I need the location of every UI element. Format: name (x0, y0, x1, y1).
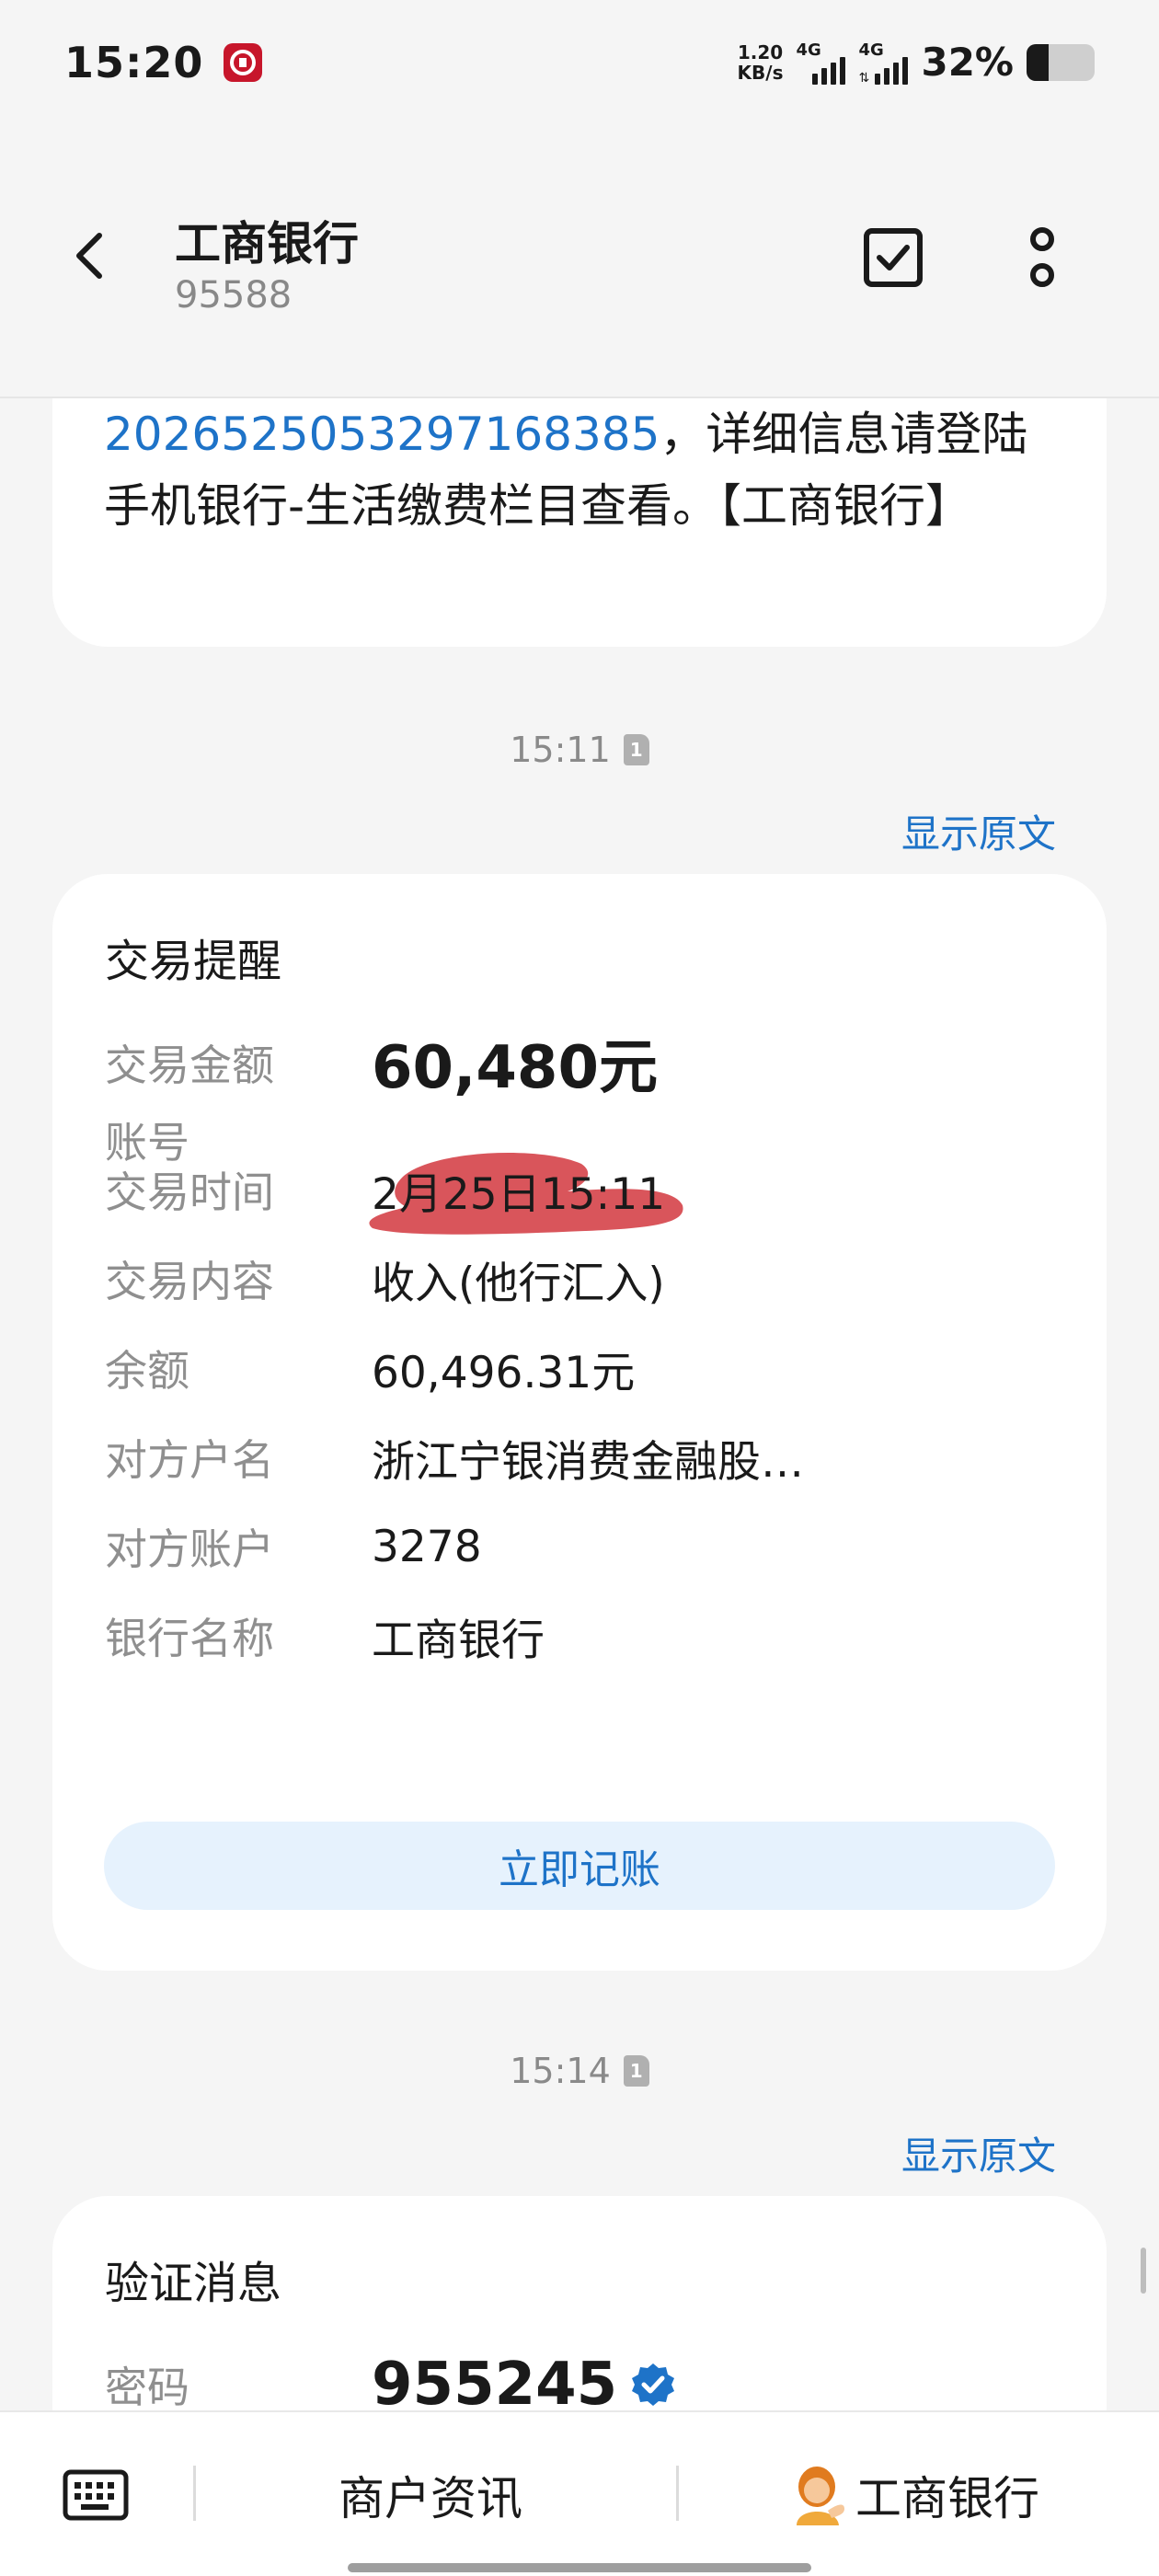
amount-value: 60,480元 (372, 1034, 658, 1102)
show-original-button[interactable]: 显示原文 (901, 2125, 1056, 2181)
bank-menu-label: 工商银行 (855, 2472, 1039, 2525)
field-label: 银行名称 (105, 1614, 274, 1663)
field-label: 对方账户 (105, 1524, 274, 1574)
sim-card-icon: 1 (623, 2055, 649, 2087)
field-label: 余额 (105, 1346, 189, 1396)
verified-badge-icon (632, 2363, 675, 2406)
signal-2-type: 4G (858, 40, 884, 60)
more-options-icon[interactable] (1021, 227, 1063, 288)
field-label: 交易金额 (105, 1041, 274, 1090)
bottom-menu-bar: 商户资讯 工商银行 (0, 2410, 1159, 2576)
message-link[interactable]: 2026525053297168385 (104, 408, 660, 461)
network-speed: 1.20 KB/s (738, 42, 784, 83)
card-title: 验证消息 (105, 2258, 282, 2309)
keyboard-icon[interactable] (63, 2469, 129, 2521)
verification-card[interactable]: 验证消息 密码 955245 (52, 2196, 1107, 2410)
field-row: 密码 955245 (105, 2351, 676, 2410)
field-label: 交易时间 (105, 1167, 274, 1217)
icbc-notification-icon (224, 42, 263, 82)
field-value: 收入(他行汇入) (372, 1258, 665, 1309)
field-row: 对方账户 3278 (105, 1514, 482, 1579)
signal-1-type: 4G (796, 40, 821, 60)
message-timestamp: 15:14 1 (0, 2051, 1159, 2091)
field-value: 2月25日15:11 (372, 1168, 666, 1220)
home-indicator[interactable] (348, 2563, 811, 2572)
message-list[interactable]: 2026525053297168385，详细信息请登陆手机银行-生活缴费栏目查看… (0, 398, 1159, 2410)
timestamp-text: 15:11 (510, 730, 611, 770)
field-label: 密码 (105, 2363, 189, 2410)
field-value: 浙江宁银消费金融股… (372, 1436, 804, 1488)
data-arrows-icon: ⇅ (858, 70, 870, 86)
battery-percent: 32% (921, 40, 1014, 85)
network-speed-unit: KB/s (737, 61, 784, 84)
field-value: 3278 (372, 1521, 482, 1572)
message-timestamp: 15:11 1 (0, 730, 1159, 770)
field-label: 交易内容 (105, 1257, 274, 1306)
field-row: 交易时间 2月25日15:11 (105, 1157, 665, 1222)
back-arrow-icon[interactable] (64, 228, 120, 283)
signal-1-icon: 4G (796, 40, 846, 85)
conversation-header: 工商银行 95588 (0, 124, 1159, 398)
field-row: 对方户名 浙江宁银消费金融股… (105, 1425, 804, 1489)
previous-message-bubble[interactable]: 2026525053297168385，详细信息请登陆手机银行-生活缴费栏目查看… (52, 398, 1107, 647)
status-time: 15:20 (64, 37, 204, 87)
transaction-card[interactable]: 交易提醒 交易金额 60,480元 账号 交易时间 2月25日15:11 交易内… (52, 874, 1107, 1971)
menu-divider (676, 2466, 679, 2521)
merchant-news-menu[interactable]: 商户资讯 (339, 2458, 522, 2532)
timestamp-text: 15:14 (510, 2051, 611, 2091)
battery-icon (1027, 43, 1095, 81)
field-value: 60,496.31元 (372, 1347, 636, 1398)
network-speed-value: 1.20 (737, 40, 784, 63)
status-bar: 15:20 1.20 KB/s 4G 4G ⇅ 32% (0, 0, 1159, 124)
field-label: 对方户名 (105, 1435, 274, 1485)
show-original-button[interactable]: 显示原文 (901, 803, 1056, 859)
contact-number: 95588 (175, 274, 293, 316)
select-checkbox-icon[interactable] (863, 227, 924, 288)
scrollbar-thumb[interactable] (1141, 2248, 1146, 2294)
sim-card-icon: 1 (623, 734, 649, 765)
verification-code[interactable]: 955245 (372, 2351, 617, 2410)
person-tipping-hand-icon (797, 2467, 844, 2525)
signal-2-icon: 4G ⇅ (858, 40, 909, 86)
field-row: 交易金额 60,480元 (105, 1030, 658, 1102)
field-row: 银行名称 工商银行 (105, 1604, 545, 1668)
contact-name: 工商银行 (175, 217, 359, 270)
field-row: 交易内容 收入(他行汇入) (105, 1247, 665, 1311)
menu-divider (193, 2466, 196, 2521)
bank-menu[interactable]: 工商银行 (791, 2458, 1039, 2532)
card-title: 交易提醒 (105, 936, 282, 987)
field-value: 工商银行 (372, 1615, 545, 1666)
field-row: 余额 60,496.31元 (105, 1336, 635, 1400)
record-transaction-button[interactable]: 立即记账 (104, 1822, 1055, 1910)
